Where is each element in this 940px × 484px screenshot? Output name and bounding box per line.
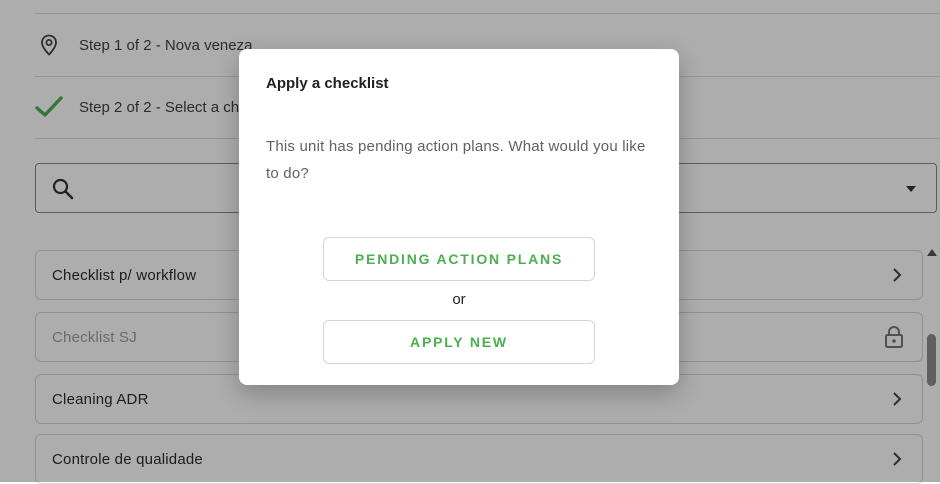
dialog-title: Apply a checklist — [266, 75, 389, 92]
dialog-message: This unit has pending action plans. What… — [266, 138, 646, 182]
apply-checklist-dialog: Apply a checklist This unit has pending … — [239, 49, 679, 385]
pending-action-plans-button[interactable]: PENDING ACTION PLANS — [323, 237, 595, 281]
apply-new-button[interactable]: APPLY NEW — [323, 320, 595, 364]
or-separator: or — [452, 291, 466, 308]
page: Step 1 of 2 - Nova veneza Step 2 of 2 - … — [0, 0, 940, 484]
